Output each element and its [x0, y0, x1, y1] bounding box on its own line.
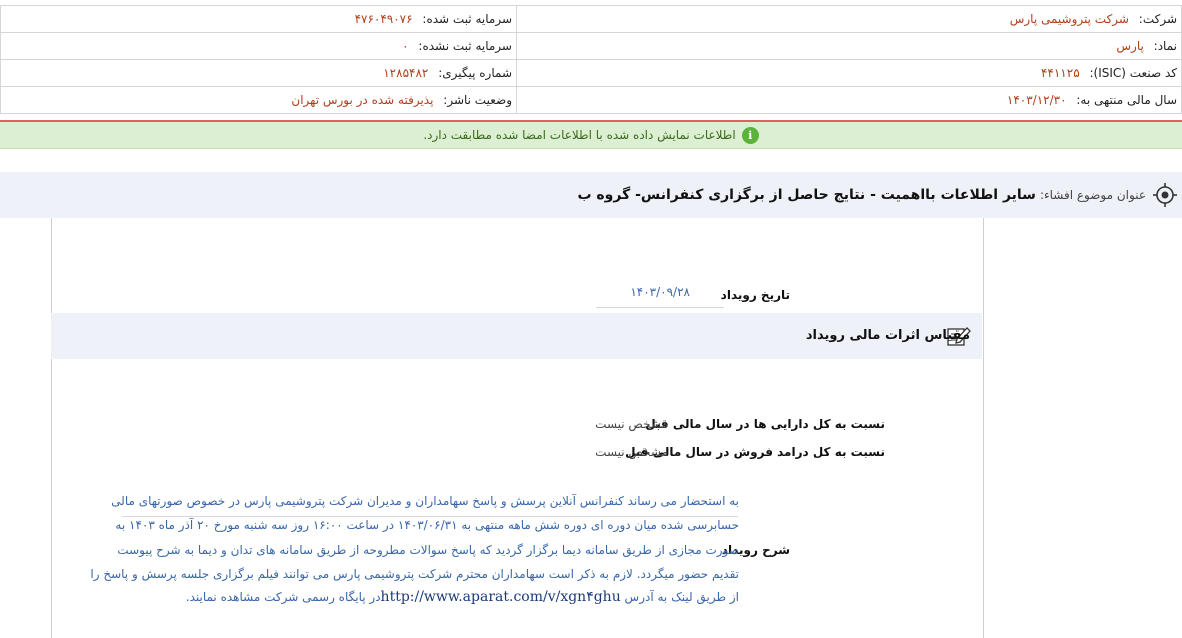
fiscal-year-cell: سال مالی منتهی به: ۱۴۰۳/۱۲/۳۰: [516, 86, 1182, 114]
symbol-cell: نماد: پارس: [516, 32, 1182, 60]
fiscal-year-value: ۱۴۰۳/۱۲/۳۰: [1006, 93, 1067, 107]
ratio-revenue-value: مشخص نیست: [595, 445, 668, 459]
isic-value: ۴۴۱۱۲۵: [1040, 66, 1080, 80]
description-line: تقدیم حضور میگردد. لازم به ذکر است سهامد…: [90, 567, 739, 581]
isic-label: کد صنعت (ISIC):: [1089, 66, 1177, 80]
description-line: صورت مجازی از طریق سامانه دیما برگزار گر…: [117, 543, 739, 557]
unregistered-capital-cell: سرمایه ثبت نشده: ۰: [0, 32, 517, 60]
info-row: سال مالی منتهی به: ۱۴۰۳/۱۲/۳۰ وضعیت ناشر…: [0, 86, 1182, 114]
description-underline: [122, 516, 738, 517]
event-date-value: ۱۴۰۳/۰۹/۲۸: [630, 285, 690, 299]
fiscal-year-label: سال مالی منتهی به:: [1076, 93, 1177, 107]
company-cell: شرکت: شرکت پتروشیمی پارس: [516, 5, 1182, 33]
info-row: شرکت: شرکت پتروشیمی پارس سرمایه ثبت شده:…: [0, 5, 1182, 33]
publisher-status-cell: وضعیت ناشر: پذیرفته شده در بورس تهران: [0, 86, 517, 114]
isic-cell: کد صنعت (ISIC): ۴۴۱۱۲۵: [516, 59, 1182, 87]
registered-capital-label: سرمایه ثبت شده:: [422, 12, 512, 26]
description-line: از طریق لینک به آدرس: [624, 590, 739, 604]
publisher-status-value: پذیرفته شده در بورس تهران: [291, 93, 434, 107]
tracking-number-value: ۱۲۸۵۴۸۲: [383, 66, 429, 80]
company-label: شرکت:: [1138, 12, 1177, 26]
registered-capital-value: ۴۷۶۰۴۹۰۷۶: [354, 12, 413, 26]
tracking-number-label: شماره پیگیری:: [438, 66, 512, 80]
target-icon: [1153, 183, 1177, 207]
notice-text: اطلاعات نمایش داده شده با اطلاعات امضا ش…: [423, 128, 736, 142]
registered-capital-cell: سرمایه ثبت شده: ۴۷۶۰۴۹۰۷۶: [0, 5, 517, 33]
company-info-table: شرکت: شرکت پتروشیمی پارس سرمایه ثبت شده:…: [0, 5, 1182, 114]
publisher-status-label: وضعیت ناشر:: [443, 93, 512, 107]
unregistered-capital-value: ۰: [402, 39, 409, 53]
description-tail: در پایگاه رسمی شرکت مشاهده نمایند.: [185, 590, 381, 604]
company-name[interactable]: شرکت پتروشیمی پارس: [1010, 12, 1129, 26]
info-row: نماد: پارس سرمایه ثبت نشده: ۰: [0, 32, 1182, 60]
aparat-video-link[interactable]: http://www.aparat.com/v/xgn۴ghu: [381, 589, 621, 605]
description-line: حسابرسی شده میان دوره ای دوره شش ماهه من…: [115, 518, 739, 532]
info-icon: i: [741, 126, 759, 144]
info-row: کد صنعت (ISIC): ۴۴۱۱۲۵ شماره پیگیری: ۱۲۸…: [0, 59, 1182, 87]
event-date-label: تاریخ رویداد: [720, 288, 790, 302]
signature-notice: i اطلاعات نمایش داده شده با اطلاعات امضا…: [0, 122, 1182, 149]
subject-title: سایر اطلاعات بااهمیت - نتایج حاصل از برگ…: [577, 187, 1036, 203]
description-last-line: از طریق لینک به آدرس http://www.aparat.c…: [186, 589, 739, 605]
ratio-assets-value: مشخص نیست: [595, 417, 668, 431]
subject-label: عنوان موضوع افشاء:: [1039, 188, 1146, 202]
ratio-assets-label: نسبت به کل دارایی ها در سال مالی قبل: [645, 417, 885, 431]
unregistered-capital-label: سرمایه ثبت نشده:: [418, 39, 512, 53]
section-title: مقیاس اثرات مالی رویداد: [805, 328, 970, 343]
tracking-number-cell: شماره پیگیری: ۱۲۸۵۴۸۲: [0, 59, 517, 87]
date-underline: [596, 307, 724, 308]
symbol-label: نماد:: [1153, 39, 1177, 53]
subject-bar: عنوان موضوع افشاء: سایر اطلاعات بااهمیت …: [0, 172, 1182, 218]
description-line: به استحضار می رساند کنفرانس آنلاین پرسش …: [111, 494, 739, 508]
symbol-value[interactable]: پارس: [1116, 39, 1143, 53]
